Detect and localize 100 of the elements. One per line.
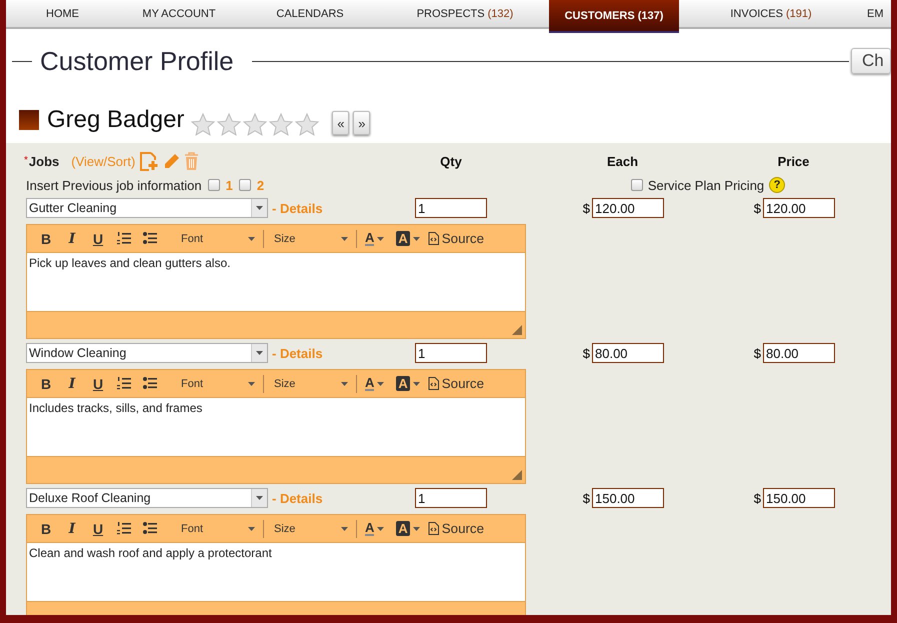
star-icon[interactable] bbox=[242, 112, 268, 138]
size-dropdown[interactable]: Size bbox=[266, 522, 354, 534]
price-field[interactable]: 150.00 bbox=[763, 488, 835, 508]
background-color-button[interactable]: A bbox=[390, 376, 426, 391]
background-color-button[interactable]: A bbox=[390, 521, 426, 536]
underline-button[interactable]: U bbox=[85, 376, 111, 392]
source-icon bbox=[428, 377, 439, 390]
description-text[interactable]: Includes tracks, sills, and frames bbox=[27, 397, 525, 457]
next-button[interactable]: » bbox=[353, 111, 370, 135]
resize-grip-icon[interactable] bbox=[512, 325, 522, 335]
currency-sign: $ bbox=[754, 346, 761, 360]
caret-icon bbox=[377, 236, 384, 240]
resize-grip-icon[interactable] bbox=[512, 470, 522, 480]
font-dropdown[interactable]: Font bbox=[173, 522, 261, 534]
star-icon[interactable] bbox=[216, 112, 242, 138]
bullet-list-icon[interactable] bbox=[143, 232, 157, 245]
currency-sign: $ bbox=[754, 200, 761, 216]
source-icon bbox=[428, 522, 439, 535]
numbered-list-icon[interactable] bbox=[117, 232, 131, 245]
nav-tab[interactable]: MY ACCOUNT bbox=[119, 0, 239, 27]
caret-icon bbox=[248, 526, 255, 530]
checkbox-label: 2 bbox=[256, 178, 264, 192]
service-dropdown[interactable]: Window Cleaning bbox=[26, 343, 268, 363]
caret-icon bbox=[412, 382, 420, 386]
pencil-icon[interactable] bbox=[163, 153, 180, 170]
header-button[interactable]: Ch bbox=[851, 48, 891, 74]
price-field[interactable]: 120.00 bbox=[763, 198, 835, 218]
star-icon[interactable] bbox=[190, 112, 216, 138]
each-field[interactable]: 80.00 bbox=[592, 343, 664, 363]
caret-icon bbox=[341, 526, 348, 530]
italic-button[interactable]: I bbox=[59, 230, 85, 246]
underline-button[interactable]: U bbox=[85, 230, 111, 246]
nav-tab[interactable]: INVOICES (191) bbox=[679, 0, 863, 27]
size-dropdown[interactable]: Size bbox=[266, 232, 354, 244]
qty-field[interactable]: 1 bbox=[415, 488, 487, 508]
caret-icon bbox=[377, 526, 384, 530]
caret-icon bbox=[377, 382, 384, 386]
currency-sign: $ bbox=[754, 490, 761, 506]
column-header: Qty bbox=[439, 154, 463, 169]
source-button[interactable]: Source bbox=[428, 521, 484, 536]
text-color-button[interactable]: A bbox=[359, 231, 390, 246]
checkbox[interactable] bbox=[208, 179, 220, 191]
numbered-list-icon[interactable] bbox=[117, 377, 131, 390]
each-field[interactable]: 120.00 bbox=[592, 198, 664, 218]
insert-previous-label: Insert Previous job information bbox=[26, 178, 202, 192]
star-icon[interactable] bbox=[268, 112, 294, 138]
currency-sign: $ bbox=[582, 200, 590, 216]
description-text[interactable]: Clean and wash roof and apply a protectorant bbox=[27, 542, 525, 602]
italic-button[interactable]: I bbox=[59, 376, 85, 392]
help-icon[interactable]: ? bbox=[769, 177, 786, 193]
trash-icon[interactable] bbox=[184, 152, 200, 171]
dropdown-arrow-icon bbox=[256, 206, 263, 210]
page-title: Customer Profile bbox=[40, 46, 234, 76]
italic-button[interactable]: I bbox=[59, 520, 85, 536]
previous-button[interactable]: « bbox=[332, 111, 350, 135]
caret-icon bbox=[341, 236, 348, 240]
font-dropdown[interactable]: Font bbox=[173, 232, 261, 244]
bold-button[interactable]: B bbox=[33, 230, 59, 246]
bullet-list-icon[interactable] bbox=[143, 522, 157, 535]
customer-name: Greg Badger bbox=[47, 106, 184, 134]
customer-color-swatch bbox=[19, 110, 39, 130]
nav-tab[interactable]: PROSPECTS (132) bbox=[381, 0, 549, 27]
nav-tab[interactable]: HOME bbox=[6, 0, 119, 27]
column-header: Each bbox=[606, 154, 640, 169]
column-header: Price bbox=[776, 154, 810, 169]
description-text[interactable]: Pick up leaves and clean gutters also. bbox=[27, 252, 525, 312]
caret-icon bbox=[412, 526, 420, 530]
bullet-list-icon[interactable] bbox=[143, 377, 157, 390]
service-dropdown[interactable]: Gutter Cleaning bbox=[26, 198, 268, 218]
add-page-icon[interactable] bbox=[139, 152, 160, 171]
bold-button[interactable]: B bbox=[33, 376, 59, 392]
checkbox-label: 1 bbox=[226, 178, 233, 192]
price-field[interactable]: 80.00 bbox=[763, 343, 835, 363]
caret-icon bbox=[248, 382, 255, 386]
font-dropdown[interactable]: Font bbox=[173, 378, 261, 390]
nav-tab[interactable]: EM bbox=[863, 0, 891, 27]
bold-button[interactable]: B bbox=[33, 520, 59, 536]
nav-tab[interactable]: CUSTOMERS (137) bbox=[549, 0, 679, 33]
source-button[interactable]: Source bbox=[428, 376, 484, 391]
nav-tab[interactable]: CALENDARS bbox=[239, 0, 381, 27]
qty-field[interactable]: 1 bbox=[415, 198, 487, 218]
star-icon[interactable] bbox=[294, 112, 320, 138]
underline-button[interactable]: U bbox=[85, 520, 111, 536]
jobs-label: Jobs bbox=[28, 154, 60, 169]
service-dropdown[interactable]: Deluxe Roof Cleaning bbox=[26, 488, 268, 508]
size-dropdown[interactable]: Size bbox=[266, 378, 354, 390]
numbered-list-icon[interactable] bbox=[117, 522, 131, 535]
checkbox[interactable] bbox=[238, 179, 251, 191]
caret-icon bbox=[248, 236, 255, 240]
text-color-button[interactable]: A bbox=[359, 521, 390, 536]
source-button[interactable]: Source bbox=[428, 231, 484, 246]
currency-sign: $ bbox=[582, 490, 590, 506]
source-icon bbox=[428, 232, 439, 245]
rating-stars[interactable] bbox=[190, 112, 320, 138]
each-field[interactable]: 150.00 bbox=[592, 488, 664, 508]
checkbox[interactable] bbox=[630, 179, 643, 191]
background-color-button[interactable]: A bbox=[390, 231, 426, 246]
caret-icon bbox=[341, 382, 348, 386]
qty-field[interactable]: 1 bbox=[415, 343, 487, 363]
text-color-button[interactable]: A bbox=[359, 376, 390, 391]
